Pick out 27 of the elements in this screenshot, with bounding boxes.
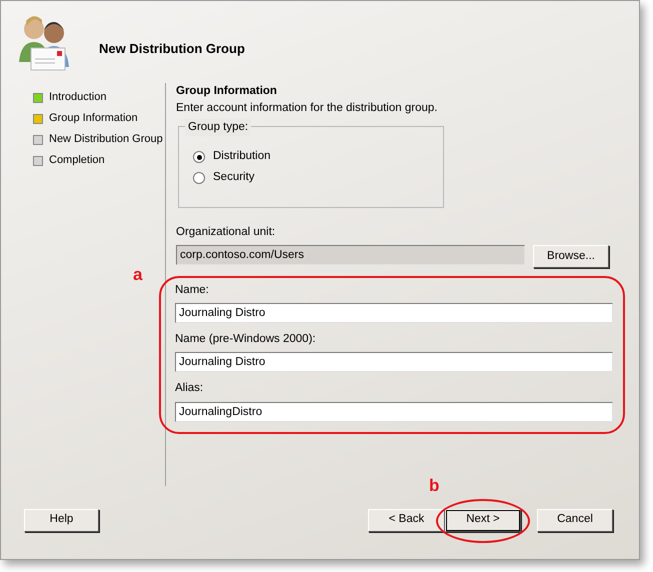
- organizational-unit-field[interactable]: corp.contoso.com/Users: [176, 244, 525, 265]
- step-label: Introduction: [49, 90, 106, 106]
- window-title: New Distribution Group: [99, 40, 245, 58]
- text-field[interactable]: JournalingDistro: [175, 402, 613, 422]
- back-button[interactable]: < Back: [368, 508, 445, 532]
- next-button[interactable]: Next >: [445, 508, 521, 532]
- radio-label: Security: [213, 170, 255, 186]
- step-label: Completion: [49, 153, 105, 168]
- step-label: Group Information: [49, 111, 138, 126]
- help-button[interactable]: Help: [24, 508, 99, 532]
- field-label: Name:: [175, 282, 210, 298]
- field-label: Alias:: [175, 381, 204, 396]
- annotation-label: b: [429, 476, 440, 494]
- text-field[interactable]: Journaling Distro: [175, 303, 613, 323]
- radio-label: Distribution: [213, 149, 271, 164]
- text-field[interactable]: Journaling Distro: [175, 352, 613, 372]
- browse-button[interactable]: Browse...: [533, 244, 609, 268]
- field-label: Name (pre-Windows 2000):: [175, 332, 317, 347]
- page-heading: Group Information: [176, 84, 278, 99]
- field-label: Organizational unit:: [176, 224, 276, 240]
- step-label: New Distribution Group: [49, 132, 163, 148]
- radio-button[interactable]: [193, 151, 205, 163]
- group-type-legend: Group type:: [185, 118, 252, 136]
- radio-button[interactable]: [193, 172, 205, 184]
- cancel-button[interactable]: Cancel: [537, 508, 613, 532]
- page-description: Enter account information for the distribution group.: [176, 101, 438, 116]
- annotation-label: a: [133, 266, 142, 283]
